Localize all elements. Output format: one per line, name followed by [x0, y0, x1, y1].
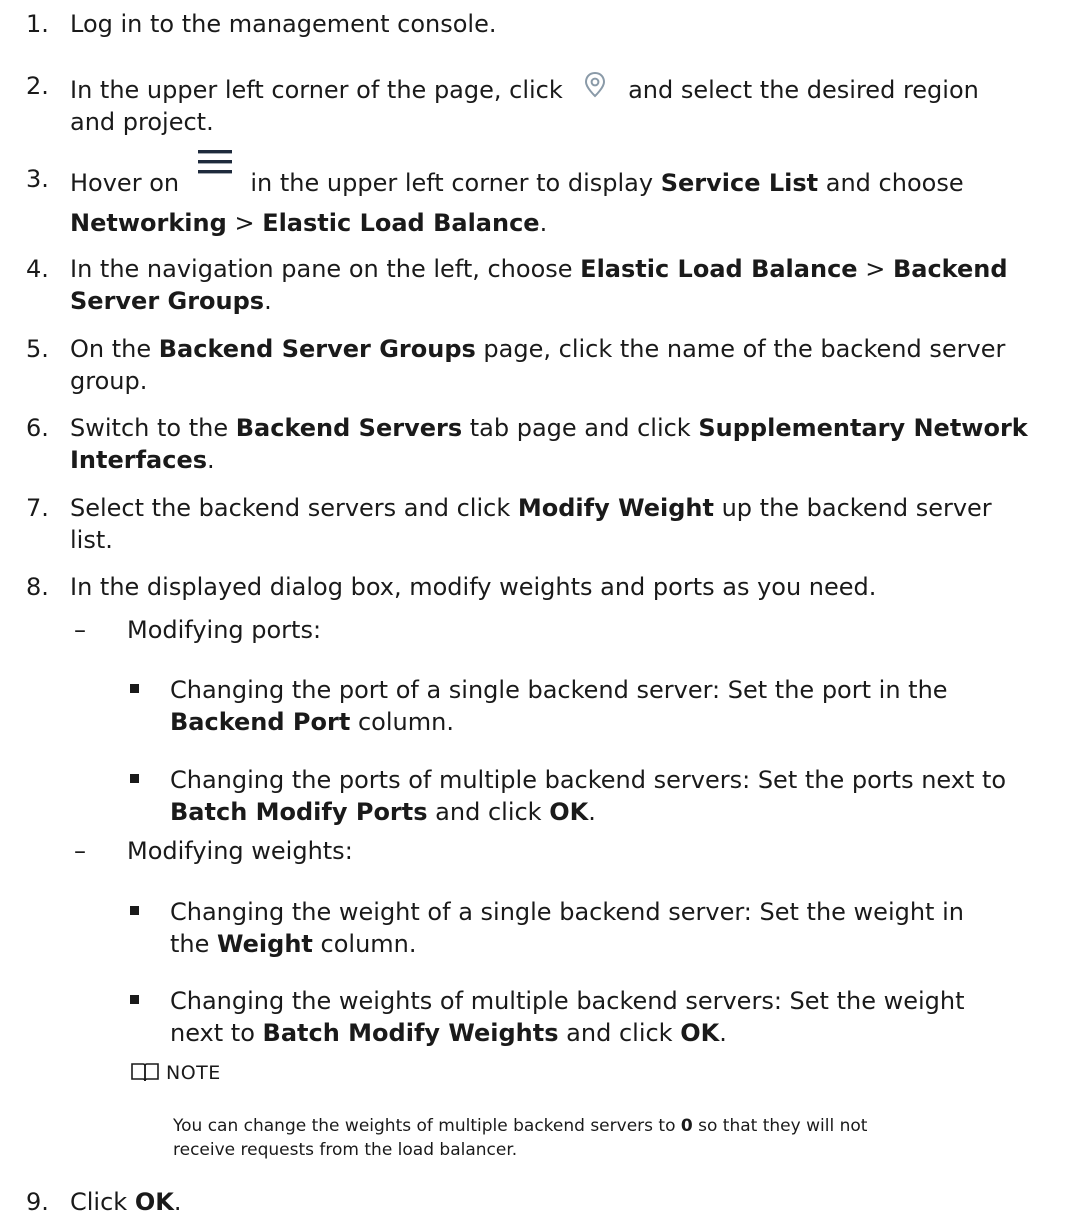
bold-term: Backend Servers: [235, 414, 463, 442]
bold-term: 0: [680, 1116, 693, 1136]
bold-term: OK: [134, 1188, 174, 1216]
note-heading-text: NOTE: [166, 1062, 221, 1084]
square-bullet-icon: [130, 684, 139, 693]
dash-marker: –: [74, 837, 86, 865]
step-text-part: and project.: [70, 108, 214, 136]
bold-term: Elastic Load Balance: [262, 209, 540, 237]
step-text-part: .: [173, 1188, 182, 1216]
sub-item-label: Modifying ports:: [127, 616, 322, 644]
step-text-part: In the navigation pane on the left, choo…: [70, 255, 573, 283]
step-text-part: up the backend server: [721, 494, 992, 522]
step-text: Log in to the management console.: [70, 10, 497, 38]
bullet-text-part: and click: [435, 798, 542, 826]
dash-marker: –: [74, 616, 86, 644]
step-text-part: In the upper left corner of the page, cl…: [70, 76, 563, 104]
note-body: You can change the weights of multiple b…: [173, 1114, 1073, 1162]
note-heading: NOTE: [130, 1060, 221, 1086]
step-text-part: .: [264, 287, 272, 315]
bold-term: Modify Weight: [517, 494, 714, 522]
step-text: On the Backend Server Groups page, click…: [70, 333, 1065, 397]
bullet-text-part: .: [719, 1019, 727, 1047]
step-text-part: .: [207, 446, 215, 474]
bullet-text-part: next to: [170, 1019, 255, 1047]
bullet-text-part: column.: [357, 708, 454, 736]
bullet-text-part: Changing the ports of multiple backend s…: [170, 766, 1007, 794]
bold-term: Batch Modify Weights: [262, 1019, 559, 1047]
step-text-part: and choose: [825, 169, 964, 197]
bold-term: Weight: [217, 930, 313, 958]
location-pin-icon: [578, 70, 612, 100]
bold-term: Elastic Load Balance: [580, 255, 858, 283]
step-text-part: >: [234, 209, 255, 237]
bold-term: Networking: [70, 209, 227, 237]
bullet-text-part: and click: [566, 1019, 673, 1047]
step-number: 3.: [26, 165, 49, 193]
step-number: 8.: [26, 573, 49, 601]
step-text-part: Switch to the: [70, 414, 229, 442]
bold-term: Backend Port: [170, 708, 351, 736]
bold-term: Service List: [660, 169, 819, 197]
sub-item-label: Modifying weights:: [127, 837, 353, 865]
step-number: 5.: [26, 335, 49, 363]
step-text: In the upper left corner of the page, cl…: [70, 70, 1065, 138]
step-number: 7.: [26, 494, 49, 522]
step-text: In the navigation pane on the left, choo…: [70, 253, 1065, 317]
note-text-part: receive requests from the load balancer.: [173, 1140, 518, 1160]
bold-term: Backend Server Groups: [158, 335, 476, 363]
step-text-part: .: [539, 209, 548, 237]
bold-term: OK: [680, 1019, 720, 1047]
bold-term: Interfaces: [70, 446, 208, 474]
step-text-part: Click: [70, 1188, 128, 1216]
bold-term: Supplementary Network: [698, 414, 1028, 442]
bullet-text: Changing the port of a single backend se…: [170, 674, 1065, 738]
bullet-text: Changing the weights of multiple backend…: [170, 985, 1065, 1049]
bullet-text-part: .: [588, 798, 596, 826]
hamburger-menu-icon: [197, 147, 233, 191]
step-text-part: group.: [70, 367, 148, 395]
bullet-text-part: column.: [320, 930, 417, 958]
bullet-text-part: Changing the port of a single backend se…: [170, 676, 948, 704]
step-text-part: On the: [70, 335, 152, 363]
step-number: 6.: [26, 414, 49, 442]
note-text-part: You can change the weights of multiple b…: [173, 1116, 676, 1136]
bullet-text-part: Changing the weight of a single backend …: [170, 898, 964, 926]
step-text-part: and select the desired region: [628, 76, 979, 104]
bold-term: Batch Modify Ports: [170, 798, 428, 826]
bullet-text: Changing the weight of a single backend …: [170, 896, 1065, 960]
bullet-text-part: the: [170, 930, 210, 958]
step-number: 4.: [26, 255, 49, 283]
bold-term: OK: [549, 798, 589, 826]
square-bullet-icon: [130, 906, 139, 915]
bold-term: Server Groups: [70, 287, 265, 315]
step-number: 1.: [26, 10, 49, 38]
note-text-part: so that they will not: [698, 1116, 868, 1136]
square-bullet-icon: [130, 774, 139, 783]
bold-term: Backend: [892, 255, 1008, 283]
step-text: Select the backend servers and click Mod…: [70, 492, 1065, 556]
step-text: Hover on in the upper left corner to dis…: [70, 150, 1065, 239]
step-text: Switch to the Backend Servers tab page a…: [70, 412, 1065, 476]
bullet-text: Changing the ports of multiple backend s…: [170, 764, 1065, 828]
step-text-part: Hover on: [70, 169, 180, 197]
bullet-text-part: Changing the weights of multiple backend…: [170, 987, 965, 1015]
step-text: In the displayed dialog box, modify weig…: [70, 573, 877, 601]
step-number: 9.: [26, 1188, 49, 1216]
step-text-part: in the upper left corner to display: [250, 169, 654, 197]
step-number: 2.: [26, 72, 49, 100]
step-text-part: page, click the name of the backend serv…: [483, 335, 1006, 363]
step-text-part: >: [865, 255, 886, 283]
book-icon: [130, 1061, 160, 1083]
step-text-part: list.: [70, 526, 113, 554]
step-text-part: tab page and click: [469, 414, 691, 442]
square-bullet-icon: [130, 995, 139, 1004]
step-text: Click OK.: [70, 1186, 1065, 1218]
step-text-part: Select the backend servers and click: [70, 494, 511, 522]
